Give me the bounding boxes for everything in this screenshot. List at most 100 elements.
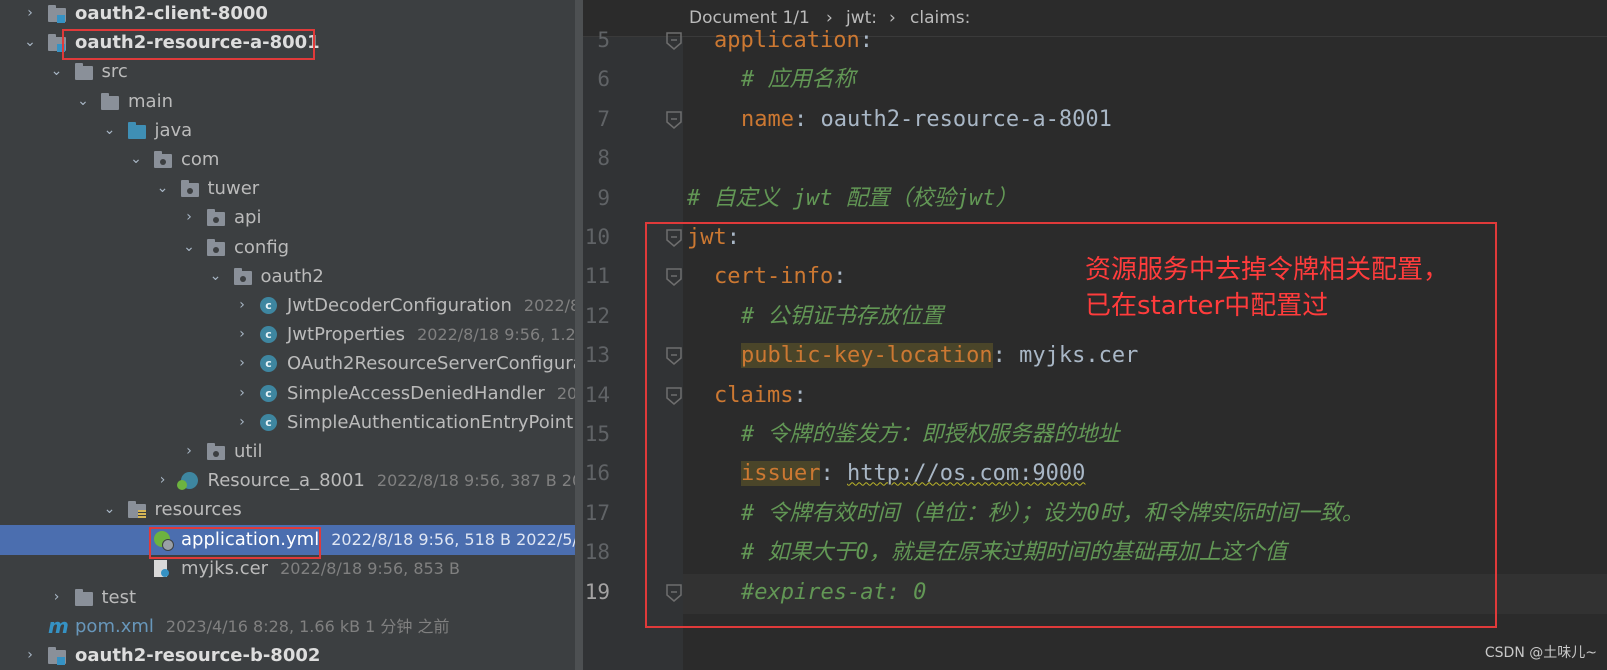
tree-item-resource-a-8001[interactable]: › Resource_a_8001 2022/8/18 9:56, 387 B 20: [0, 466, 575, 496]
chevron-right-icon[interactable]: ›: [234, 291, 250, 320]
chevron-right-icon[interactable]: ›: [155, 466, 171, 495]
tree-item-oauth2-resource-b-8002[interactable]: › oauth2-resource-b-8002: [0, 641, 575, 670]
chevron-down-icon[interactable]: ⌄: [128, 145, 144, 174]
breadcrumb-claims[interactable]: claims:: [910, 0, 970, 36]
tree-item-oauth2[interactable]: ⌄ oauth2: [0, 262, 575, 292]
tree-item-simpleauthenticationentrypoint[interactable]: › c SimpleAuthenticationEntryPoint2: [0, 408, 575, 438]
tree-item-label: main: [128, 87, 173, 116]
folder-icon: [74, 589, 93, 606]
code-line[interactable]: name: oauth2-resource-a-8001: [741, 100, 1112, 140]
tree-item-meta: 2022/8/18 9:56, 518 B 2022/5/22 8: [331, 529, 575, 549]
line-number: 16: [584, 461, 610, 486]
tree-scrollbar[interactable]: [575, 0, 583, 670]
tree-item-label: OAuth2ResourceServerConfigurati: [287, 349, 575, 378]
yaml-comment: # 自定义 jwt 配置（校验jwt）: [687, 185, 1018, 211]
tree-item-pom-xml[interactable]: m pom.xml 2023/4/16 8:28, 1.66 kB 1 分钟 之前: [0, 612, 575, 642]
tree-item-util[interactable]: › util: [0, 437, 575, 467]
tree-item-label: SimpleAuthenticationEntryPoint2: [287, 408, 575, 437]
chevron-down-icon[interactable]: ⌄: [102, 495, 118, 524]
tree-item-config[interactable]: ⌄ config: [0, 233, 575, 263]
tree-item-api[interactable]: › api: [0, 203, 575, 233]
tree-item-com[interactable]: ⌄ com: [0, 145, 575, 175]
tree-item-meta: 2023/4/16 8:28, 1.66 kB 1 分钟 之前: [165, 617, 450, 637]
tree-item-jwtproperties[interactable]: › c JwtProperties 2022/8/18 9:56, 1.23 k: [0, 320, 575, 350]
line-number: 7: [597, 106, 610, 131]
tree-item-src[interactable]: ⌄ src: [0, 57, 575, 87]
chevron-right-icon[interactable]: ›: [181, 203, 197, 232]
tree-item-name: oauth2: [260, 265, 324, 287]
tree-item-test[interactable]: › test: [0, 583, 575, 613]
line-number: 11: [584, 264, 610, 289]
spring-boot-class-icon: [176, 472, 198, 491]
tree-item-label: oauth2-client-8000: [75, 0, 268, 28]
tree-item-oauth2-client-8000[interactable]: › oauth2-client-8000: [0, 0, 575, 29]
module-highlight-box: [62, 29, 315, 60]
chevron-right-icon[interactable]: ›: [234, 349, 250, 378]
tree-item-java[interactable]: ⌄ java: [0, 116, 575, 146]
chevron-right-icon[interactable]: ›: [22, 641, 38, 670]
fold-marker-icon[interactable]: [665, 110, 683, 130]
chevron-right-icon[interactable]: ›: [22, 0, 38, 28]
tree-item-label: config: [234, 233, 289, 262]
folder-icon: [101, 92, 119, 110]
tree-item-meta: 2022/8/18 9:56, 853 B: [280, 558, 460, 578]
chevron-down-icon[interactable]: ⌄: [102, 116, 118, 145]
tree-item-name: oauth2-resource-b-8002: [75, 645, 321, 667]
tree-item-main[interactable]: ⌄ main: [0, 87, 575, 117]
line-number: 19: [584, 579, 610, 604]
line-number: 14: [584, 382, 610, 407]
code-line[interactable]: # 应用名称: [741, 60, 856, 100]
tree-item-name: JwtDecoderConfiguration: [287, 295, 512, 316]
tree-item-label: pom.xml 2023/4/16 8:28, 1.66 kB 1 分钟 之前: [75, 612, 450, 641]
chevron-right-icon[interactable]: ›: [234, 320, 250, 349]
tree-item-label: oauth2: [261, 262, 324, 291]
tree-item-name: Resource_a_8001: [207, 470, 365, 492]
tree-item-name: pom.xml: [75, 616, 154, 638]
tree-item-label: tuwer: [208, 174, 260, 203]
tree-item-label: SimpleAccessDeniedHandler2022: [287, 379, 575, 408]
tree-item-simpleaccessdeniedhandler[interactable]: › c SimpleAccessDeniedHandler2022: [0, 379, 575, 409]
yaml-value: :: [859, 28, 873, 53]
tree-item-name: tuwer: [207, 178, 260, 200]
package-icon: [180, 180, 199, 198]
chevron-right-icon[interactable]: ›: [49, 583, 65, 612]
code-line[interactable]: application:: [714, 21, 873, 61]
yaml-key: name: [741, 106, 794, 132]
tree-item-tuwer[interactable]: ⌄ tuwer: [0, 174, 575, 204]
tree-item-name: oauth2-client-8000: [75, 3, 268, 24]
tree-item-oauth2resourceserverconfigurati[interactable]: › c OAuth2ResourceServerConfigurati: [0, 349, 575, 379]
package-icon: [207, 443, 225, 460]
chevron-right-icon[interactable]: ›: [181, 437, 197, 466]
line-number: 9: [597, 185, 610, 210]
tree-item-name: OAuth2ResourceServerConfigurati: [287, 353, 575, 375]
tree-item-name: util: [234, 441, 263, 462]
tree-item-label: util: [234, 437, 262, 466]
chevron-down-icon[interactable]: ⌄: [49, 57, 65, 86]
chevron-down-icon[interactable]: ⌄: [208, 262, 224, 291]
code-line[interactable]: # 自定义 jwt 配置（校验jwt）: [687, 179, 1017, 219]
project-tree-panel[interactable]: › oauth2-client-8000 ⌄ oauth2-resource-a-80…: [0, 0, 575, 670]
chevron-right-icon[interactable]: ›: [234, 408, 250, 437]
tree-item-resources[interactable]: ⌄ resources: [0, 495, 575, 525]
chevron-down-icon[interactable]: ⌄: [181, 233, 197, 262]
line-number: 8: [597, 146, 610, 171]
line-number: 15: [584, 422, 610, 446]
yaml-comment: # 应用名称: [741, 67, 856, 93]
chevron-down-icon[interactable]: ⌄: [22, 28, 38, 57]
tree-item-name: SimpleAccessDeniedHandler: [287, 382, 545, 404]
line-number: 5: [597, 28, 610, 52]
folder-icon: [74, 63, 93, 81]
tree-item-name: main: [128, 90, 173, 112]
tree-item-label: JwtDecoderConfiguration2022/8/1: [287, 291, 575, 320]
package-icon: [154, 151, 172, 168]
tree-item-label: resources: [155, 495, 242, 524]
yaml-key: application: [714, 28, 860, 53]
chevron-down-icon[interactable]: ⌄: [75, 87, 91, 116]
annotation-note: 资源服务中去掉令牌相关配置， 已在starter中配置过: [1085, 252, 1449, 324]
fold-marker-icon[interactable]: [665, 31, 683, 51]
line-number: 18: [584, 540, 610, 565]
chevron-right-icon[interactable]: ›: [234, 379, 250, 408]
chevron-down-icon[interactable]: ⌄: [155, 174, 171, 203]
tree-item-jwtdecoderconfiguration[interactable]: › c JwtDecoderConfiguration2022/8/1: [0, 291, 575, 321]
line-number: 12: [584, 303, 610, 328]
